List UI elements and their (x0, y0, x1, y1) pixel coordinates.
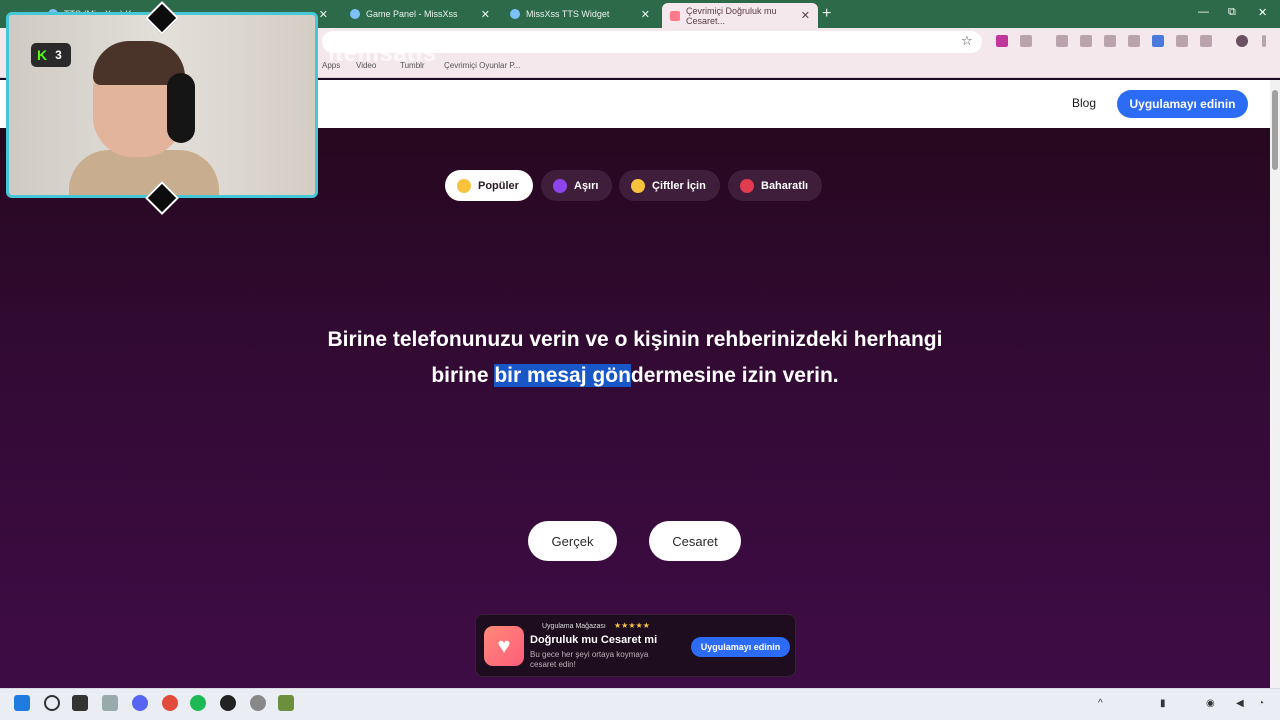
bookmark-item[interactable]: Çevrimiçi Oyunlar P... (444, 61, 520, 70)
tab-favicon-icon (510, 9, 520, 19)
main-content (0, 128, 1270, 688)
download-icon[interactable] (1104, 35, 1116, 47)
promo-subtitle: Bu gece her şeyi ortaya koymaya cesaret … (530, 650, 649, 669)
category-extreme-button[interactable]: Aşırı (541, 170, 613, 201)
kick-logo-icon: K (37, 47, 48, 63)
question-text-end: dermesine izin verin. (630, 364, 839, 387)
menu-kebab-icon[interactable] (1262, 35, 1266, 47)
extension-icon[interactable] (1056, 35, 1068, 47)
heart-app-icon: ♥ (484, 626, 524, 666)
category-couples-button[interactable]: Çiftler İçin (619, 170, 720, 201)
bookmark-star-icon[interactable]: ☆ (961, 33, 973, 49)
promo-title: Doğruluk mu Cesaret mi (530, 634, 658, 646)
question-text: Birine telefonunuzu verin ve o kişinin r… (310, 322, 960, 394)
kick-viewer-count: 3 (55, 48, 62, 62)
app-promo-banner[interactable]: ♥ Uygulama Mağazası ★★★★★ Doğruluk mu Ce… (475, 614, 796, 677)
tab-label: MissXss TTS Widget (526, 9, 610, 19)
profile-avatar[interactable] (1236, 35, 1248, 47)
category-spicy-button[interactable]: Baharatlı (728, 170, 823, 201)
itemsatis-watermark: itemsatis (328, 40, 437, 67)
task-view-icon[interactable] (72, 695, 88, 711)
get-app-button[interactable]: Uygulamayı edinin (1117, 90, 1248, 118)
truth-button[interactable]: Gerçek (528, 521, 617, 561)
dare-button[interactable]: Cesaret (649, 521, 741, 561)
close-window-button[interactable]: ✕ (1258, 6, 1267, 19)
close-tab-icon[interactable]: ✕ (801, 9, 810, 22)
kick-badge: K 3 (31, 43, 71, 67)
tray-wifi-icon[interactable]: ◉ (1206, 698, 1215, 709)
category-label: Baharatlı (761, 179, 809, 192)
tab-favicon-icon (350, 9, 360, 19)
page-scrollbar[interactable] (1270, 80, 1280, 688)
tab-tts-widget[interactable]: MissXss TTS Widget ✕ (502, 3, 658, 25)
close-tab-icon[interactable]: ✕ (319, 8, 328, 21)
tab-label: Game Panel - MissXss (366, 9, 458, 19)
code-icon[interactable] (1200, 35, 1212, 47)
tab-truth-or-dare[interactable]: Çevrimiçi Doğruluk mu Cesaret... ✕ (662, 3, 818, 28)
blog-link[interactable]: Blog (1072, 96, 1096, 110)
close-tab-icon[interactable]: ✕ (481, 8, 490, 21)
tab-game-panel-missxss[interactable]: Game Panel - MissXss ✕ (342, 3, 498, 25)
chrome-icon[interactable] (162, 695, 178, 711)
minecraft-icon[interactable] (278, 695, 294, 711)
promo-get-app-button[interactable]: Uygulamayı edinin (691, 637, 790, 657)
search-icon[interactable] (44, 695, 60, 711)
headset-icon (167, 73, 195, 143)
category-label: Aşırı (574, 179, 599, 192)
promo-rating-stars: ★★★★★ (614, 621, 650, 630)
notification-bell-icon[interactable]: ◔ (1258, 698, 1264, 709)
smile-emoji-icon (457, 178, 471, 193)
tray-chevron-icon[interactable]: ^ (1098, 698, 1103, 709)
extension-icon[interactable] (1020, 35, 1032, 47)
category-popular-button[interactable]: Popüler (445, 170, 533, 201)
minimize-button[interactable]: — (1198, 6, 1209, 18)
close-tab-icon[interactable]: ✕ (641, 8, 650, 21)
settings-icon[interactable] (250, 695, 266, 711)
devil-emoji-icon (553, 178, 567, 193)
extension-icon[interactable] (996, 35, 1008, 47)
settings-gear-icon[interactable] (102, 695, 118, 711)
spotify-icon[interactable] (190, 695, 206, 711)
question-text-selection: bir mesaj gön (494, 364, 631, 387)
scrollbar-thumb[interactable] (1272, 90, 1278, 170)
kiss-emoji-icon (631, 178, 645, 193)
link-icon[interactable] (1176, 35, 1188, 47)
discord-icon[interactable] (132, 695, 148, 711)
promo-store-label: Uygulama Mağazası (542, 623, 606, 630)
tab-label: Çevrimiçi Doğruluk mu Cesaret... (686, 5, 777, 26)
webcam-person-body (69, 150, 219, 195)
maximize-button[interactable]: ⧉ (1228, 6, 1236, 19)
category-label: Çiftler İçin (652, 179, 706, 192)
new-tab-button[interactable]: + (822, 5, 831, 23)
obs-icon[interactable] (220, 695, 236, 711)
history-icon[interactable] (1080, 35, 1092, 47)
webcam-overlay: K 3 (6, 12, 318, 198)
tray-volume-icon[interactable]: ◀ (1236, 698, 1244, 709)
delete-icon[interactable] (1128, 35, 1140, 47)
translate-icon[interactable] (1152, 35, 1164, 47)
tray-network-icon[interactable]: ▮ (1160, 698, 1166, 709)
lips-emoji-icon (740, 178, 754, 193)
windows-start-icon[interactable] (14, 695, 30, 711)
tab-favicon-icon (670, 10, 680, 21)
category-label: Popüler (478, 179, 519, 192)
